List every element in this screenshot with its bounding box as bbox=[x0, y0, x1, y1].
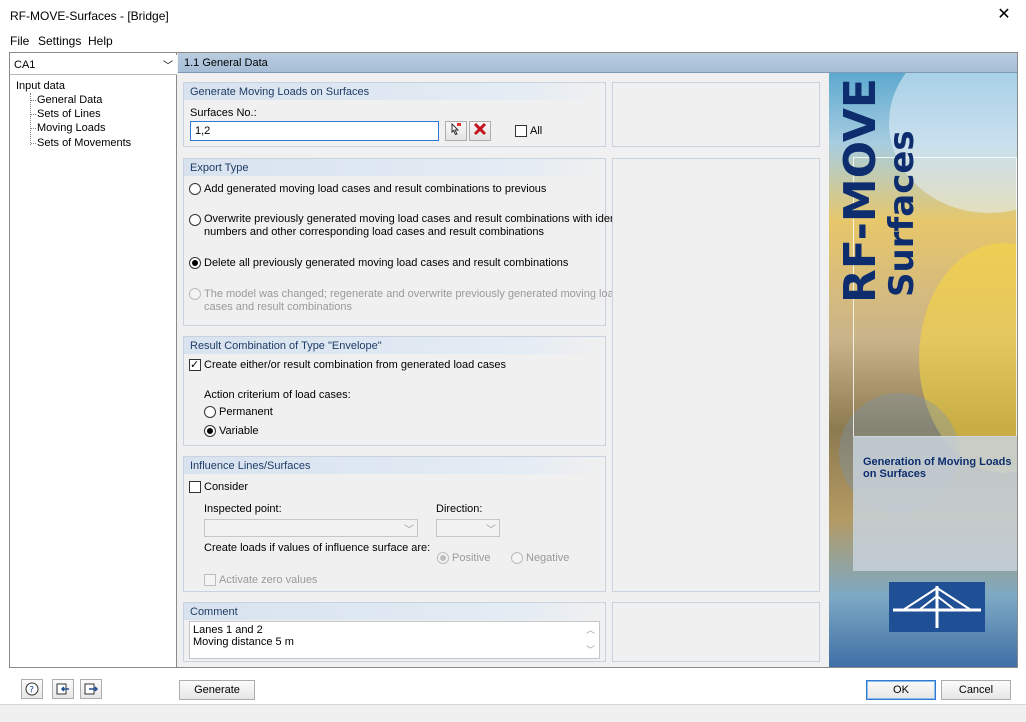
ok-button[interactable]: OK bbox=[866, 680, 936, 700]
direction-select: ﹀ bbox=[436, 519, 500, 537]
comment-group: Comment Lanes 1 and 2 Moving distance 5 … bbox=[183, 602, 606, 662]
influence-group: Influence Lines/Surfaces Consider Inspec… bbox=[183, 456, 606, 592]
export-add-radio[interactable] bbox=[189, 183, 201, 195]
import-icon bbox=[56, 683, 69, 695]
export-add-label: Add generated moving load cases and resu… bbox=[204, 183, 547, 195]
scroll-down-icon[interactable]: ﹀ bbox=[586, 644, 595, 656]
pick-surface-button[interactable] bbox=[445, 121, 467, 141]
close-icon[interactable]: ✕ bbox=[994, 6, 1014, 24]
export-group: Export Type Add generated moving load ca… bbox=[183, 158, 636, 326]
pick-surface-icon bbox=[451, 122, 461, 136]
navigator-panel: CA1 ﹀ Input data General Data Sets of Li… bbox=[10, 53, 177, 667]
permanent-radio[interactable] bbox=[204, 406, 216, 418]
comment-line-2: Moving distance 5 m bbox=[193, 636, 294, 648]
title-bar: RF-MOVE-Surfaces - [Bridge] ✕ bbox=[0, 0, 1026, 30]
side-panel-3 bbox=[612, 602, 820, 662]
case-select-value: CA1 bbox=[14, 59, 36, 71]
tree-item-sets-of-movements[interactable]: Sets of Movements bbox=[37, 137, 131, 149]
export-delete-label: Delete all previously generated moving l… bbox=[204, 257, 569, 269]
export-group-title: Export Type bbox=[184, 159, 605, 176]
export-overwrite-radio[interactable] bbox=[189, 214, 201, 226]
action-criterium-label: Action criterium of load cases: bbox=[204, 389, 351, 401]
all-checkbox[interactable] bbox=[515, 125, 527, 137]
tree-item-sets-of-lines[interactable]: Sets of Lines bbox=[37, 108, 101, 120]
variable-label: Variable bbox=[219, 425, 259, 437]
comment-group-title: Comment bbox=[184, 603, 605, 620]
consider-label: Consider bbox=[204, 481, 249, 493]
direction-label: Direction: bbox=[436, 503, 483, 515]
comment-line-1: Lanes 1 and 2 bbox=[193, 624, 263, 636]
export-delete-radio[interactable] bbox=[189, 257, 201, 269]
zero-values-label: Activate zero values bbox=[219, 574, 318, 586]
help-icon: ? bbox=[25, 682, 39, 696]
banner-description-box: Generation of Moving Loads on Surfaces bbox=[853, 436, 1017, 571]
delete-surfaces-button[interactable] bbox=[469, 121, 491, 141]
generate-group-title: Generate Moving Loads on Surfaces bbox=[184, 83, 605, 100]
tree-item-general-data[interactable]: General Data bbox=[37, 94, 102, 106]
status-bar bbox=[0, 704, 1026, 722]
chevron-down-icon: ﹀ bbox=[404, 525, 414, 536]
export-regenerate-label: The model was changed; regenerate and ov… bbox=[204, 288, 620, 300]
cancel-button[interactable]: Cancel bbox=[941, 680, 1011, 700]
tree-connector bbox=[31, 128, 36, 129]
menu-settings[interactable]: Settings bbox=[38, 34, 81, 48]
bridge-logo-icon bbox=[893, 586, 981, 628]
product-banner: RF-MOVE Surfaces Generation of Moving Lo… bbox=[829, 73, 1017, 667]
window-title: RF-MOVE-Surfaces - [Bridge] bbox=[10, 9, 169, 23]
inspected-point-label: Inspected point: bbox=[204, 503, 282, 515]
tree-connector bbox=[31, 100, 36, 101]
menu-file[interactable]: File bbox=[10, 34, 29, 48]
menu-bar: File Settings Help bbox=[0, 30, 1026, 52]
all-label: All bbox=[530, 125, 543, 137]
negative-label: Negative bbox=[526, 552, 570, 564]
permanent-label: Permanent bbox=[219, 406, 273, 418]
menu-help[interactable]: Help bbox=[88, 34, 113, 48]
create-loads-label: Create loads if values of influence surf… bbox=[204, 542, 431, 554]
side-panel-2 bbox=[612, 158, 820, 592]
section-header: 1.1 General Data bbox=[178, 53, 1017, 73]
dlubal-logo bbox=[889, 582, 985, 632]
positive-label: Positive bbox=[452, 552, 491, 564]
export-regenerate-radio bbox=[189, 288, 201, 300]
create-combination-checkbox[interactable] bbox=[189, 358, 201, 371]
variable-radio[interactable] bbox=[204, 425, 216, 437]
tree-root-input-data[interactable]: Input data bbox=[16, 80, 65, 92]
export-button[interactable] bbox=[80, 679, 102, 699]
export-regenerate-label-2: cases and result combinations bbox=[204, 301, 352, 313]
influence-group-title: Influence Lines/Surfaces bbox=[184, 457, 605, 474]
banner-module-name: Surfaces bbox=[882, 130, 922, 297]
positive-radio bbox=[437, 552, 449, 564]
zero-values-checkbox bbox=[204, 574, 216, 586]
side-panel-1 bbox=[612, 82, 820, 147]
export-overwrite-label: Overwrite previously generated moving lo… bbox=[204, 213, 636, 225]
export-icon bbox=[84, 683, 99, 695]
section-title: 1.1 General Data bbox=[184, 57, 268, 69]
create-combination-label: Create either/or result combination from… bbox=[204, 359, 507, 371]
consider-checkbox[interactable] bbox=[189, 481, 201, 493]
tree-connector bbox=[31, 143, 36, 144]
surfaces-label: Surfaces No.: bbox=[190, 107, 257, 119]
help-button[interactable]: ? bbox=[21, 679, 43, 699]
chevron-down-icon: ﹀ bbox=[163, 61, 173, 72]
tree-connector bbox=[31, 114, 36, 115]
comment-textarea[interactable]: Lanes 1 and 2 Moving distance 5 m ︿ ﹀ bbox=[189, 621, 600, 659]
generate-button[interactable]: Generate bbox=[179, 680, 255, 700]
banner-product-name: RF-MOVE bbox=[835, 78, 886, 303]
banner-description: Generation of Moving Loads on Surfaces bbox=[863, 456, 1012, 480]
surfaces-input[interactable]: 1,2 bbox=[190, 121, 439, 141]
negative-radio bbox=[511, 552, 523, 564]
svg-text:?: ? bbox=[29, 686, 34, 696]
scroll-up-icon[interactable]: ︿ bbox=[586, 624, 595, 636]
generate-group: Generate Moving Loads on Surfaces Surfac… bbox=[183, 82, 606, 147]
tree-item-moving-loads[interactable]: Moving Loads bbox=[37, 122, 106, 134]
envelope-group: Result Combination of Type "Envelope" Cr… bbox=[183, 336, 606, 446]
envelope-group-title: Result Combination of Type "Envelope" bbox=[184, 337, 605, 354]
inspected-point-select: ﹀ bbox=[204, 519, 418, 537]
delete-icon bbox=[473, 122, 487, 136]
case-select[interactable]: CA1 ﹀ bbox=[10, 55, 177, 75]
chevron-down-icon: ﹀ bbox=[486, 525, 496, 536]
import-button[interactable] bbox=[52, 679, 74, 699]
export-overwrite-label-2: numbers and other corresponding load cas… bbox=[204, 226, 544, 238]
